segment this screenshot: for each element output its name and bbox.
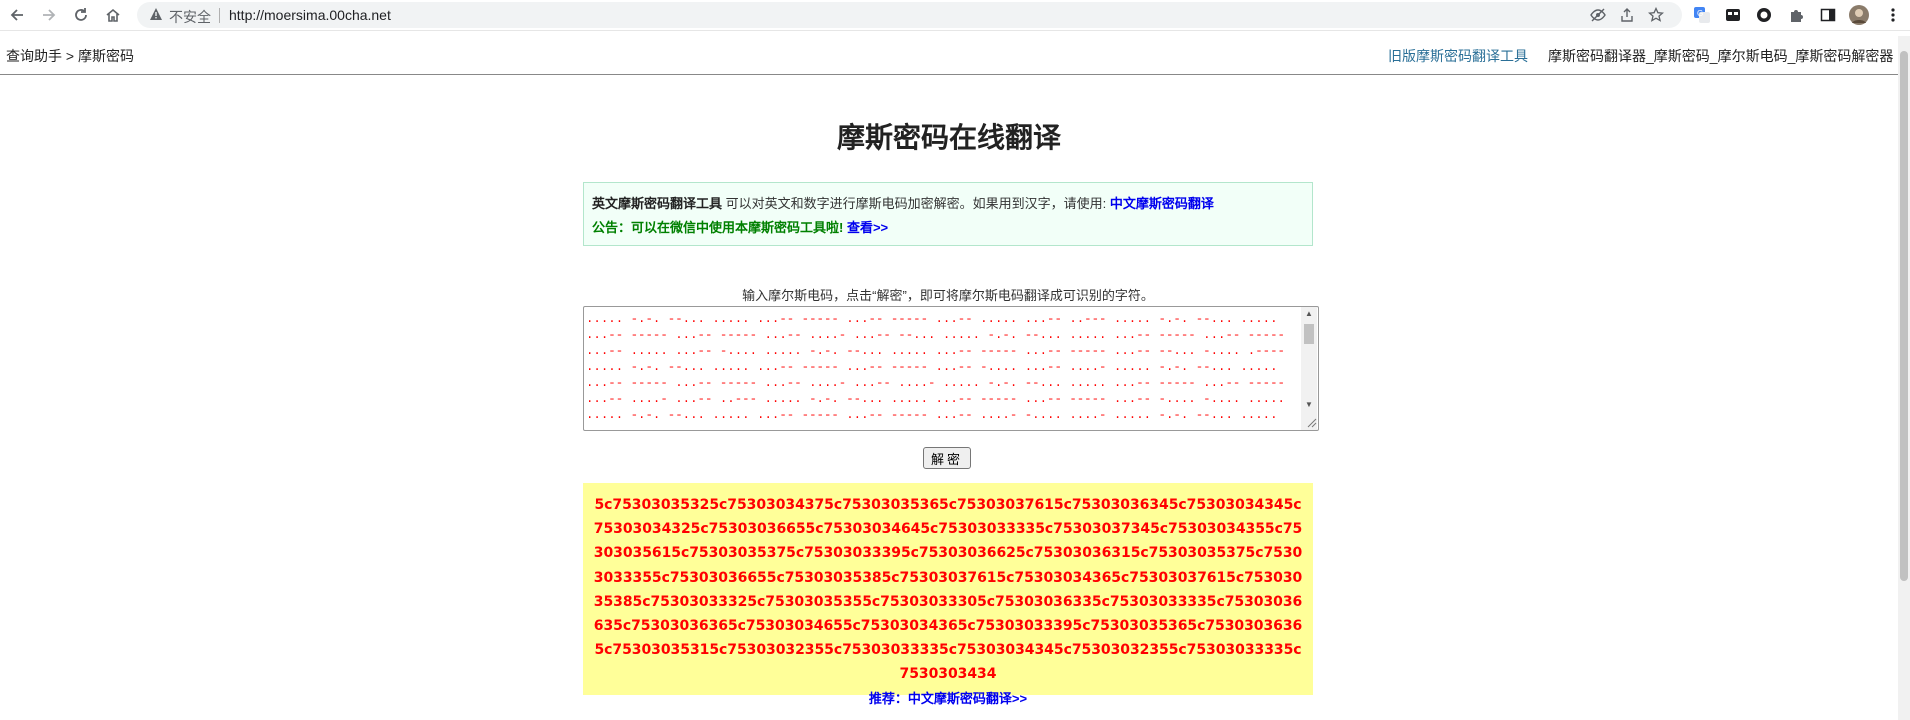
reload-icon[interactable] bbox=[69, 3, 93, 27]
side-panel-icon[interactable] bbox=[1818, 5, 1838, 25]
breadcrumb: 查询助手 > 摩斯密码 bbox=[6, 46, 134, 66]
star-icon[interactable] bbox=[1647, 6, 1665, 24]
avatar[interactable] bbox=[1849, 5, 1869, 25]
svg-text:G: G bbox=[1697, 9, 1703, 18]
extension-box-icon[interactable] bbox=[1723, 5, 1743, 25]
address-bar[interactable]: 不安全 http://moersima.00cha.net bbox=[137, 2, 1682, 28]
warning-icon[interactable] bbox=[149, 7, 163, 26]
kebab-menu-icon[interactable] bbox=[1883, 5, 1903, 25]
chinese-tool-link[interactable]: 中文摩斯密码翻译 bbox=[1110, 196, 1214, 211]
notice-tool-name: 英文摩斯密码翻译工具 bbox=[592, 196, 723, 211]
morse-input[interactable]: ..... -.-. --... ..... ...-- ----- ...--… bbox=[583, 306, 1319, 431]
instruction-text: 输入摩尔斯电码，点击“解密”，即可将摩尔斯电码翻译成可识别的字符。 bbox=[742, 288, 1154, 303]
result-box: 5c75303035325c75303034375c75303035365c75… bbox=[583, 483, 1313, 706]
scroll-down-icon[interactable]: ▼ bbox=[1305, 400, 1313, 409]
old-tool-link[interactable]: 旧版摩斯密码翻译工具 bbox=[1388, 46, 1528, 66]
header-keywords: 摩斯密码翻译器_摩斯密码_摩尔斯电码_摩斯密码解密器 bbox=[1548, 48, 1894, 64]
notice-description: 可以对英文和数字进行摩斯电码加密解密。如果用到汉字，请使用: bbox=[725, 196, 1107, 211]
forward-icon[interactable] bbox=[37, 3, 61, 27]
url-text[interactable]: http://moersima.00cha.net bbox=[229, 7, 391, 23]
omnibox-divider bbox=[219, 8, 220, 23]
breadcrumb-home-link[interactable]: 查询助手 bbox=[6, 48, 62, 64]
insecure-label[interactable]: 不安全 bbox=[169, 7, 211, 27]
decode-button[interactable]: 解密 bbox=[923, 447, 971, 469]
announcement-text: 公告：可以在微信中使用本摩斯密码工具啦! bbox=[592, 220, 844, 235]
browser-toolbar: 不安全 http://moersima.00cha.net G bbox=[0, 0, 1910, 31]
circle-extension-icon[interactable] bbox=[1754, 5, 1774, 25]
textarea-scrollbar[interactable]: ▲ ▼ bbox=[1301, 307, 1317, 430]
site-header: 查询助手 > 摩斯密码 旧版摩斯密码翻译工具 摩斯密码翻译器_摩斯密码_摩尔斯电… bbox=[0, 36, 1898, 75]
page-scrollbar-thumb[interactable] bbox=[1900, 51, 1908, 581]
result-text: 5c75303035325c75303034375c75303035365c75… bbox=[593, 497, 1303, 683]
textarea-scrollbar-thumb[interactable] bbox=[1304, 324, 1314, 344]
eye-slash-icon[interactable] bbox=[1589, 6, 1607, 24]
page-scrollbar[interactable] bbox=[1898, 36, 1910, 720]
home-icon[interactable] bbox=[101, 3, 125, 27]
puzzle-icon[interactable] bbox=[1786, 5, 1806, 25]
breadcrumb-separator: > bbox=[65, 48, 75, 64]
back-icon[interactable] bbox=[5, 3, 29, 27]
recommend-prefix: 推荐： bbox=[868, 690, 908, 706]
view-link[interactable]: 查看>> bbox=[847, 220, 888, 235]
breadcrumb-current-link[interactable]: 摩斯密码 bbox=[78, 48, 134, 64]
share-icon[interactable] bbox=[1618, 6, 1636, 24]
recommend-link[interactable]: 中文摩斯密码翻译>> bbox=[908, 691, 1027, 706]
notice-box: 英文摩斯密码翻译工具 可以对英文和数字进行摩斯电码加密解密。如果用到汉字，请使用… bbox=[583, 182, 1313, 246]
page-title: 摩斯密码在线翻译 bbox=[836, 122, 1061, 153]
translate-icon[interactable]: G bbox=[1692, 5, 1712, 25]
recommend-line: 推荐：中文摩斯密码翻译>> bbox=[591, 687, 1305, 711]
scroll-up-icon[interactable]: ▲ bbox=[1305, 309, 1313, 318]
resize-grip-icon[interactable] bbox=[1305, 416, 1317, 428]
